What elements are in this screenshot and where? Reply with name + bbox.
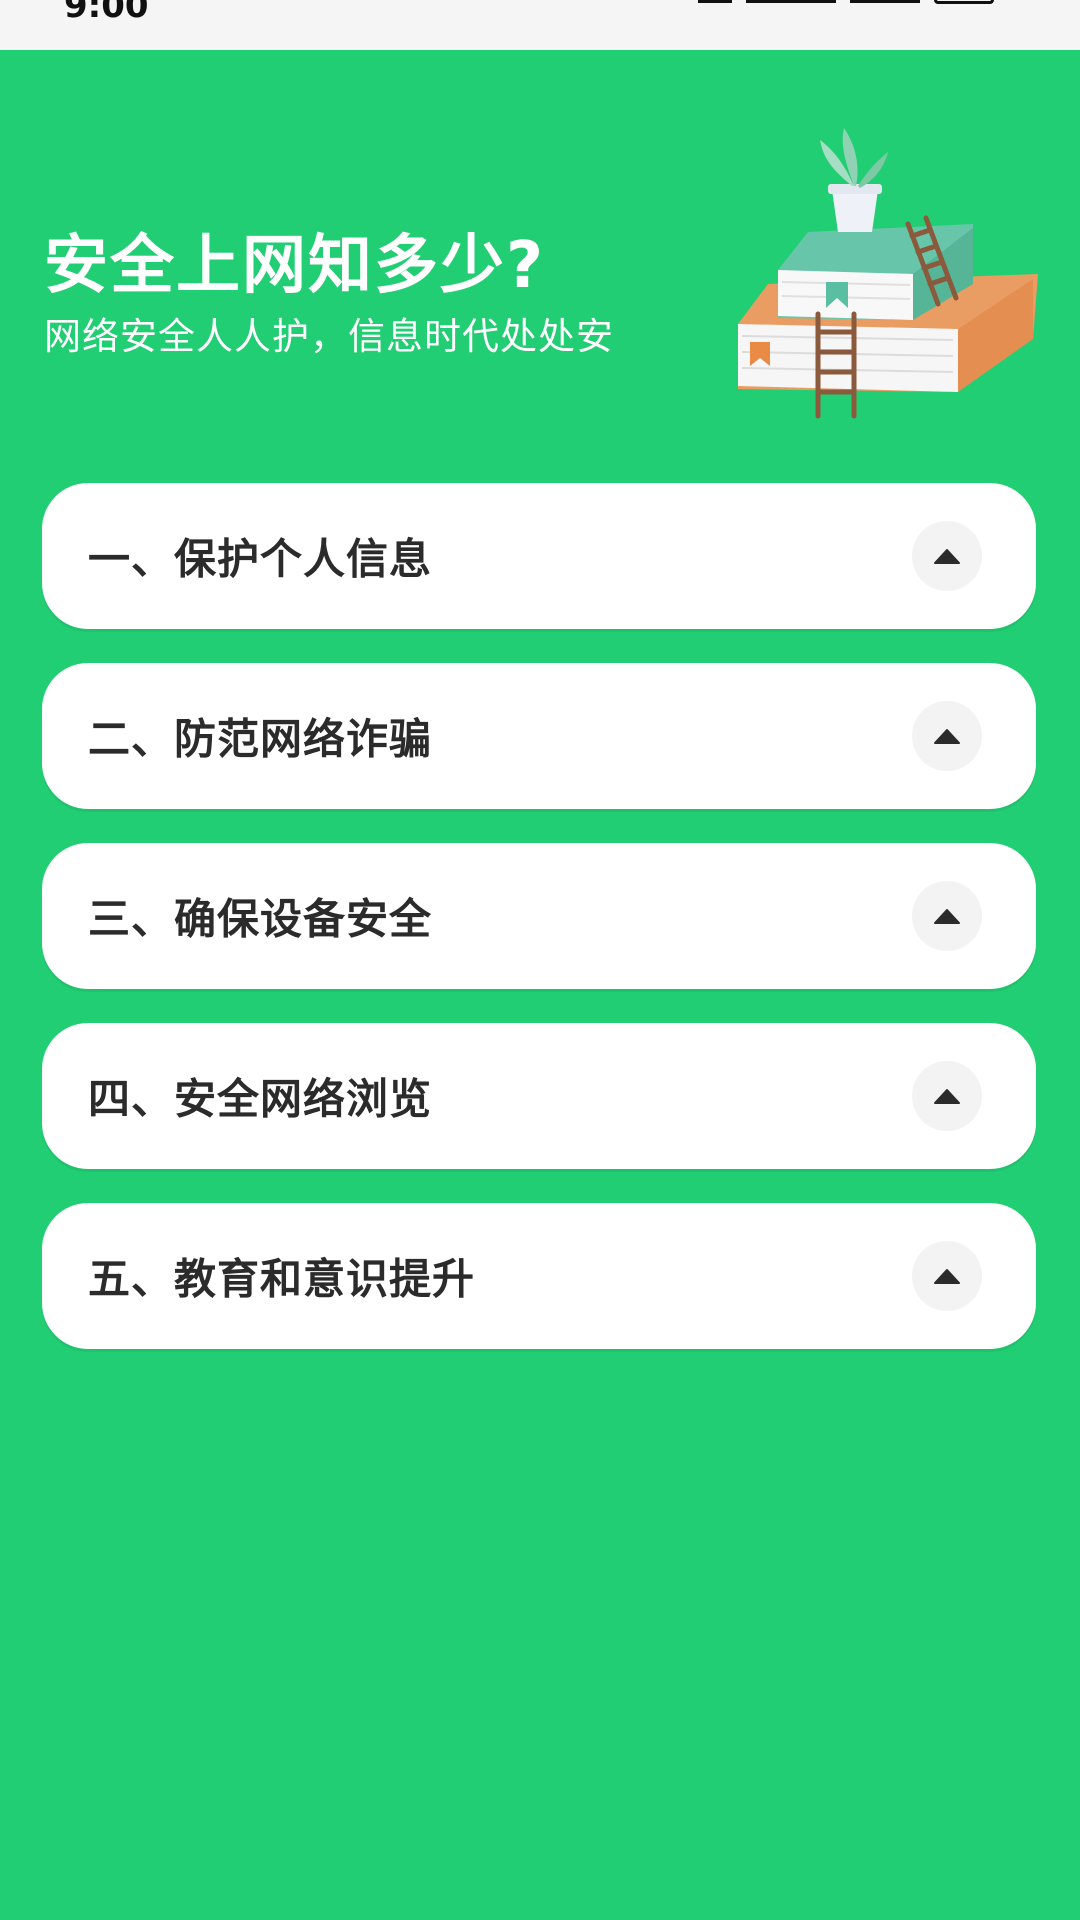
status-time: 9:00: [64, 0, 149, 26]
battery-icon: [934, 0, 994, 4]
section-label: 三、确保设备安全: [88, 894, 433, 944]
page-subtitle: 网络安全人人护，信息时代处处安: [44, 315, 614, 358]
wifi-icon: [850, 0, 920, 3]
caret-up-icon: [934, 1269, 960, 1284]
section-label: 五、教育和意识提升: [88, 1254, 476, 1304]
section-card-3[interactable]: 三、确保设备安全: [42, 843, 1036, 989]
expand-toggle-button[interactable]: [912, 1061, 982, 1131]
section-label: 一、保护个人信息: [88, 534, 433, 584]
page-title: 安全上网知多少?: [44, 229, 546, 303]
expand-toggle-button[interactable]: [912, 1241, 982, 1311]
section-card-5[interactable]: 五、教育和意识提升: [42, 1203, 1036, 1349]
section-list: 一、保护个人信息 二、防范网络诈骗 三、确保设备安全 四、安全网络浏览 五、教育…: [42, 483, 1036, 1383]
section-card-1[interactable]: 一、保护个人信息: [42, 483, 1036, 629]
section-label: 二、防范网络诈骗: [88, 714, 433, 764]
books-illustration: [728, 124, 1040, 424]
section-label: 四、安全网络浏览: [88, 1074, 433, 1124]
caret-up-icon: [934, 1089, 960, 1104]
status-icons: [698, 0, 994, 4]
notification-icon: [698, 0, 732, 3]
caret-up-icon: [934, 909, 960, 924]
section-card-4[interactable]: 四、安全网络浏览: [42, 1023, 1036, 1169]
caret-up-icon: [934, 549, 960, 564]
books-icon: [738, 128, 1038, 419]
signal-icon: [746, 0, 836, 3]
section-card-2[interactable]: 二、防范网络诈骗: [42, 663, 1036, 809]
page: 9:00 安全上网知多少? 网络安全人人护，信息时代处处安 一、保护个人信息 二…: [0, 0, 1080, 1920]
expand-toggle-button[interactable]: [912, 881, 982, 951]
expand-toggle-button[interactable]: [912, 521, 982, 591]
caret-up-icon: [934, 729, 960, 744]
status-bar: 9:00: [0, 0, 1080, 50]
expand-toggle-button[interactable]: [912, 701, 982, 771]
